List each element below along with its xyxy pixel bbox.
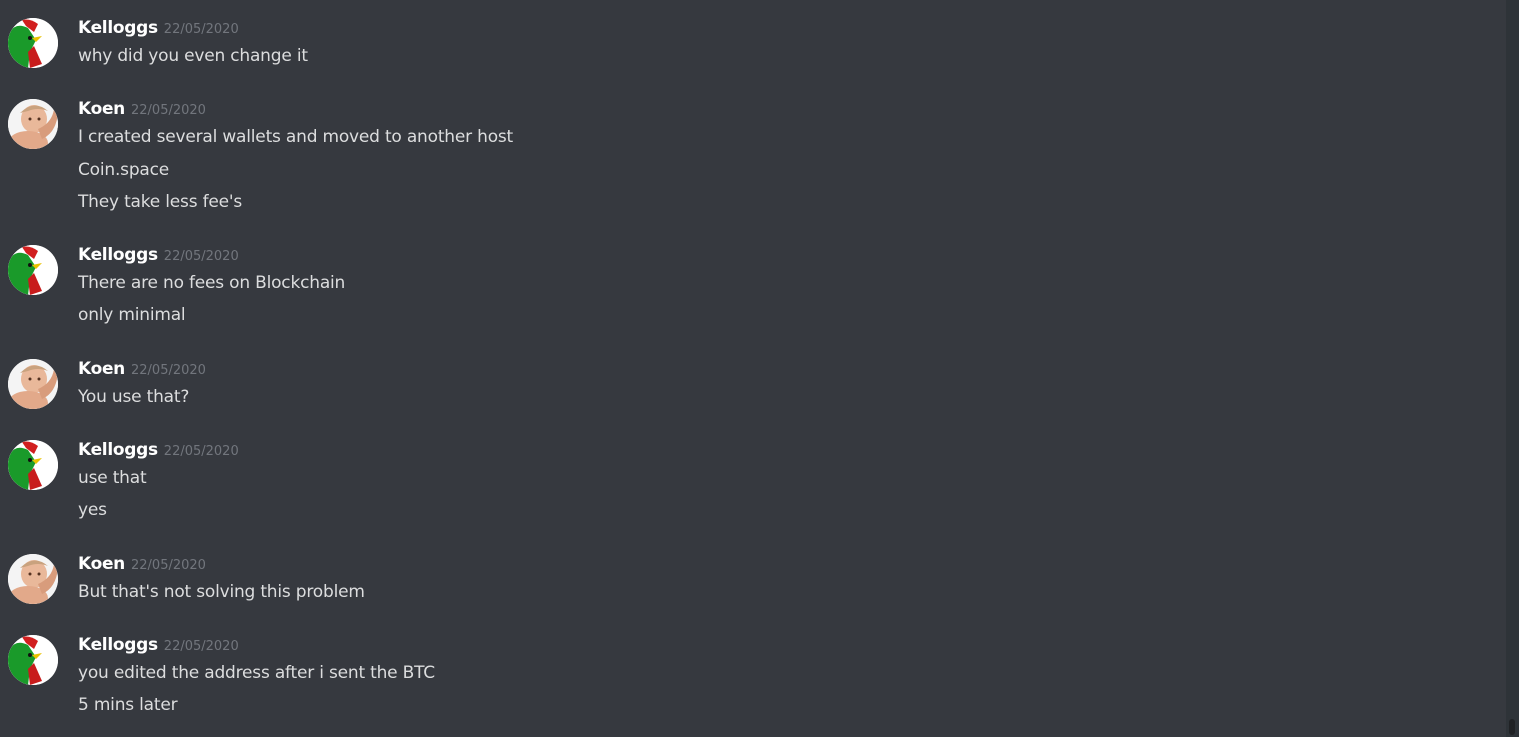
message-text: you edited the address after i sent the … (78, 663, 435, 683)
message-header: Kelloggs 22/05/2020 (78, 635, 239, 657)
timestamp: 22/05/2020 (163, 249, 239, 264)
username[interactable]: Koen (78, 99, 125, 119)
timestamp: 22/05/2020 (131, 558, 206, 573)
message-header: Koen 22/05/2020 (78, 99, 206, 121)
message-text: use that (78, 468, 147, 488)
koen-avatar-icon[interactable] (8, 99, 58, 149)
message-text: Coin.space (78, 160, 170, 180)
message-header: Koen 22/05/2020 (78, 359, 206, 381)
username[interactable]: Kelloggs (78, 245, 158, 265)
message-text: 5 mins later (78, 695, 178, 715)
kelloggs-avatar-icon[interactable] (8, 18, 58, 68)
username[interactable]: Koen (78, 554, 125, 574)
scrollbar-thumb[interactable] (1509, 719, 1515, 735)
username[interactable]: Koen (78, 359, 125, 379)
username[interactable]: Kelloggs (78, 440, 158, 460)
message-text: You use that? (78, 387, 190, 407)
timestamp: 22/05/2020 (131, 363, 206, 378)
message-header: Koen 22/05/2020 (78, 554, 206, 576)
timestamp: 22/05/2020 (163, 639, 239, 654)
message-text: They take less fee's (78, 192, 242, 212)
username[interactable]: Kelloggs (78, 635, 158, 655)
chat-messages-area[interactable]: Kelloggs 22/05/2020 why did you even chan… (0, 0, 1506, 737)
timestamp: 22/05/2020 (163, 444, 239, 459)
message-text: But that's not solving this problem (78, 582, 365, 602)
kelloggs-avatar-icon[interactable] (8, 440, 58, 490)
message-header: Kelloggs 22/05/2020 (78, 18, 239, 40)
message-header: Kelloggs 22/05/2020 (78, 440, 239, 462)
timestamp: 22/05/2020 (131, 103, 206, 118)
message-text: why did you even change it (78, 46, 308, 66)
username[interactable]: Kelloggs (78, 18, 158, 38)
message-text: There are no fees on Blockchain (78, 273, 346, 293)
message-text: yes (78, 500, 107, 520)
timestamp: 22/05/2020 (163, 22, 239, 37)
message-header: Kelloggs 22/05/2020 (78, 245, 239, 267)
scrollbar[interactable] (1506, 0, 1519, 737)
kelloggs-avatar-icon[interactable] (8, 635, 58, 685)
message-text: I created several wallets and moved to a… (78, 127, 514, 147)
koen-avatar-icon[interactable] (8, 359, 58, 409)
message-text: only minimal (78, 305, 186, 325)
kelloggs-avatar-icon[interactable] (8, 245, 58, 295)
koen-avatar-icon[interactable] (8, 554, 58, 604)
